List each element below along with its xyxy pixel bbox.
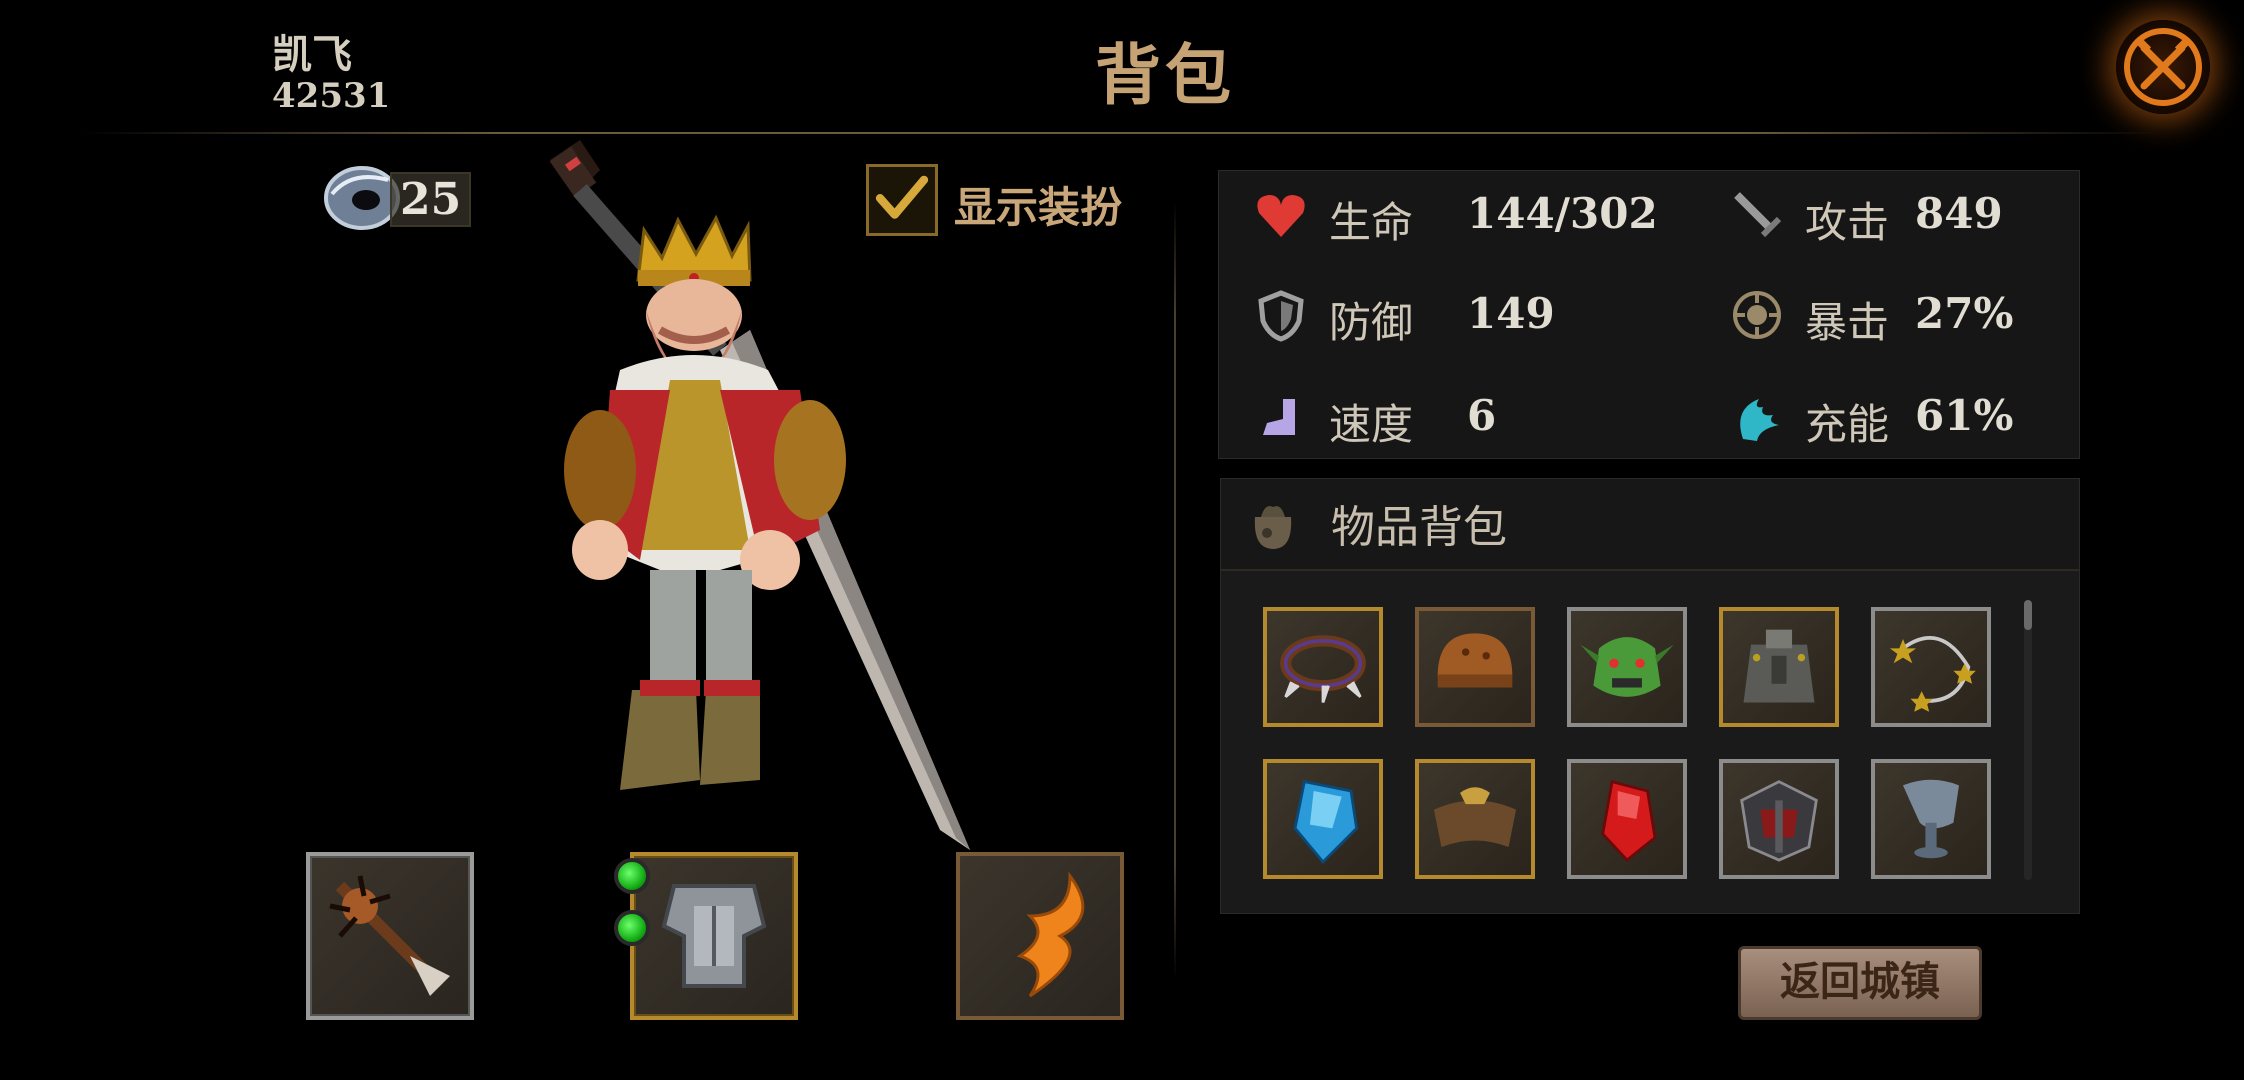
red-gem-icon [1601,779,1657,862]
inventory-item-1[interactable] [1263,607,1383,727]
equip-slot-armor[interactable] [630,852,798,1020]
currency-display: 25 [322,160,472,232]
stat-value: 27% [1915,289,2014,338]
dark-helm-icon [1740,780,1818,862]
inventory-header: 物品背包 [1221,479,2079,571]
inventory-item-5[interactable] [1871,607,1991,727]
inventory-item-7[interactable] [1415,759,1535,879]
blue-crystal-icon [1293,780,1359,865]
boot-icon [1263,399,1295,435]
panel-divider [1174,200,1176,980]
stats-panel: 生命 144/302 攻击 849 防御 149 暴击 27% 速度 6 充能 … [1218,170,2080,459]
inventory-item-10[interactable] [1871,759,1991,879]
star-flail-icon [1889,636,1976,712]
spiked-mace-icon [329,875,450,996]
equip-slot-accessory[interactable] [956,852,1124,1020]
heart-icon [1257,195,1305,237]
stat-name: 攻击 [1805,198,1890,247]
stat-name: 生命 [1329,198,1414,247]
hero-character[interactable] [520,130,1080,860]
stat-name: 速度 [1329,400,1414,449]
stat-name: 充能 [1805,400,1890,449]
stat-name: 暴击 [1805,298,1890,347]
inventory-item-3[interactable] [1567,607,1687,727]
stat-value: 144/302 [1467,189,1658,238]
inventory-item-2[interactable] [1415,607,1535,727]
inventory-scrollbar[interactable] [2024,600,2032,880]
stat-value: 61% [1915,391,2014,440]
winged-pauldron-icon [1433,787,1517,847]
scrollbar-thumb[interactable] [2024,600,2032,630]
spiked-collar-icon [1280,635,1366,703]
page-title: 背包 [1095,36,1235,114]
inventory-item-9[interactable] [1719,759,1839,879]
bag-icon [1254,506,1292,549]
flame-horn-icon [1016,871,1085,998]
stat-value: 6 [1467,391,1497,440]
stat-value: 849 [1915,189,2003,238]
inventory-item-8[interactable] [1567,759,1687,879]
inventory-item-4[interactable] [1719,607,1839,727]
leather-helmet-icon [1437,633,1513,688]
stat-name: 防御 [1329,298,1414,347]
gem-socket-2 [614,910,650,946]
inventory-item-6[interactable] [1263,759,1383,879]
stat-value: 149 [1467,289,1555,338]
player-name: 凯飞 [272,31,352,78]
goblin-mask-icon [1580,637,1674,697]
backpack-armor-icon [1743,629,1815,703]
equip-slot-weapon[interactable] [306,852,474,1020]
shield-icon [1258,290,1304,342]
gem-socket-1 [614,858,650,894]
sword-icon [1734,192,1782,238]
inventory-title: 物品背包 [1331,502,1507,553]
energy-claw-icon [1740,399,1779,441]
crit-target-icon [1733,291,1781,339]
close-button[interactable] [2116,20,2210,114]
close-crossed-tools-icon [2124,28,2202,106]
currency-count: 25 [390,172,472,227]
return-to-town-button[interactable]: 返回城镇 [1738,946,1982,1020]
plate-armor-icon [661,884,767,988]
header-divider [80,132,2164,134]
player-id: 42531 [272,76,391,116]
iron-grail-icon [1903,779,1959,859]
inventory-panel: 物品背包 [1220,478,2080,914]
